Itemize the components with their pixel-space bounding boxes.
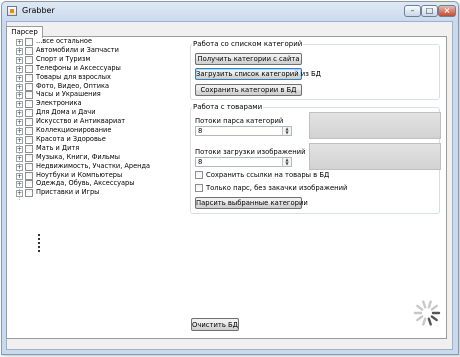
tree-item-label: Ноутбуки и Компьютеры (36, 170, 123, 179)
tab-parser[interactable]: Парсер (6, 26, 43, 38)
tree-item-checkbox[interactable] (25, 171, 33, 180)
tree-item-checkbox[interactable] (25, 189, 33, 198)
tree-item-label: Музыка, Книги, Фильмы (36, 152, 120, 161)
tree-item-label: Искусство и Антиквариат (36, 117, 126, 126)
expand-icon[interactable]: + (16, 119, 23, 127)
expand-icon[interactable]: + (16, 190, 23, 198)
spinner-spoke (416, 304, 424, 311)
tree-item-checkbox[interactable] (25, 46, 33, 55)
tree-item-checkbox[interactable] (25, 82, 33, 91)
image-threads-value: 8 (198, 158, 203, 166)
tree-item-checkbox[interactable] (25, 73, 33, 82)
tree-item-label: ...все остальное (36, 37, 92, 45)
spinner-spoke (430, 304, 438, 311)
tree-item-label: Приставки и Игры (36, 188, 100, 197)
tree-item-label: Красота и Здоровье (36, 134, 106, 143)
expand-icon[interactable]: + (16, 145, 23, 153)
tree-item-checkbox[interactable] (25, 55, 33, 64)
spin-arrows-icon[interactable]: ▲ ▼ (282, 158, 291, 166)
tree-item-label: Часы и Украшения (36, 90, 101, 99)
tree-item-label: Электроника (36, 99, 82, 108)
expand-icon[interactable]: + (16, 172, 23, 180)
spinner-spoke (416, 315, 424, 322)
tree-item-checkbox[interactable] (25, 64, 33, 73)
tree-item-checkbox[interactable] (25, 91, 33, 100)
expand-icon[interactable]: + (16, 181, 23, 189)
expand-icon[interactable]: + (16, 92, 23, 100)
image-threads-input[interactable]: 8 ▲ ▼ (195, 157, 292, 167)
get-categories-button[interactable]: Получить категории с сайта (195, 53, 302, 65)
tree-item-label: Мать и Дитя (36, 143, 80, 152)
parse-only-label: Только парс, без закачки изображений (206, 184, 348, 192)
tree-item-label: Товары для взрослых (36, 72, 111, 81)
window-title: Grabber (22, 6, 55, 15)
categories-group-title: Работа со списком категорий (192, 40, 304, 48)
tree-item-checkbox[interactable] (25, 144, 33, 153)
app-icon (7, 6, 17, 16)
title-bar[interactable]: Grabber – □ × (2, 2, 458, 20)
spin-arrows-icon[interactable]: ▲ ▼ (282, 127, 291, 135)
text-cursor-icon (38, 234, 41, 252)
tree-item-checkbox[interactable] (25, 109, 33, 118)
tree-item-checkbox[interactable] (25, 180, 33, 189)
parse-selected-button[interactable]: Парсить выбранные категории (195, 197, 308, 209)
tree-item-checkbox[interactable] (25, 162, 33, 171)
expand-icon[interactable]: + (16, 56, 23, 64)
tree-item-label: Телефоны и Аксессуары (36, 63, 121, 72)
tree-item-label: Автомобили и Запчасти (36, 45, 119, 54)
expand-icon[interactable]: + (16, 128, 23, 135)
parse-threads-value: 8 (198, 127, 203, 135)
tree-item-label: Для Дома и Дачи (36, 108, 96, 117)
tree-item-label: Одежда, Обувь, Аксессуары (36, 179, 135, 188)
tree-item-label: Спорт и Туризм (36, 54, 91, 63)
tree-item-label: Недвижимость, Участки, Аренда (36, 161, 151, 170)
close-button[interactable]: × (438, 5, 456, 17)
minimize-button[interactable]: – (404, 5, 421, 17)
expand-icon[interactable]: + (16, 136, 23, 144)
load-categories-button[interactable]: Загрузить список категорий из БД (195, 68, 321, 80)
parse-progress-panel (309, 112, 441, 139)
tree-item-checkbox[interactable] (25, 38, 33, 46)
parse-only-checkbox[interactable] (195, 184, 203, 192)
expand-icon[interactable]: + (16, 83, 23, 91)
clear-db-button[interactable]: Очистить БД (191, 318, 239, 331)
expand-icon[interactable]: + (16, 110, 23, 118)
spinner-spoke (422, 300, 427, 309)
save-links-label: Сохранить ссылки на товары в БД (206, 171, 330, 179)
maximize-button[interactable]: □ (421, 5, 438, 17)
expand-icon[interactable]: + (16, 154, 23, 162)
tree-item-checkbox[interactable] (25, 100, 33, 109)
tree-item-label: Коллекционирование (36, 126, 112, 134)
spinner-spoke (422, 317, 427, 326)
spinner-spoke (430, 315, 438, 322)
expand-icon[interactable]: + (16, 101, 23, 109)
expand-icon[interactable]: + (16, 47, 23, 55)
image-progress-panel (309, 143, 441, 170)
expand-icon[interactable]: + (16, 163, 23, 171)
spinner-spoke (427, 317, 432, 326)
expand-icon[interactable]: + (16, 65, 23, 73)
tree-item[interactable]: + Приставки и Игры (16, 188, 181, 198)
tree-item-checkbox[interactable] (25, 127, 33, 135)
parse-threads-input[interactable]: 8 ▲ ▼ (195, 126, 292, 136)
tree-item-checkbox[interactable] (25, 118, 33, 127)
save-links-checkbox[interactable] (195, 171, 203, 179)
spinner-spoke (427, 300, 432, 309)
image-threads-label: Потоки загрузки изображений (195, 148, 306, 156)
tree-item-label: Фото, Видео, Оптика (36, 81, 110, 90)
expand-icon[interactable]: + (16, 74, 23, 82)
products-group-title: Работа с товарами (192, 103, 264, 111)
expand-icon[interactable]: + (16, 39, 23, 46)
parse-threads-label: Потоки парса категорий (195, 117, 284, 125)
loading-spinner-icon (413, 300, 441, 326)
tree-item-checkbox[interactable] (25, 135, 33, 144)
tree-item-checkbox[interactable] (25, 153, 33, 162)
save-categories-button[interactable]: Сохранить категории в БД (195, 84, 302, 96)
